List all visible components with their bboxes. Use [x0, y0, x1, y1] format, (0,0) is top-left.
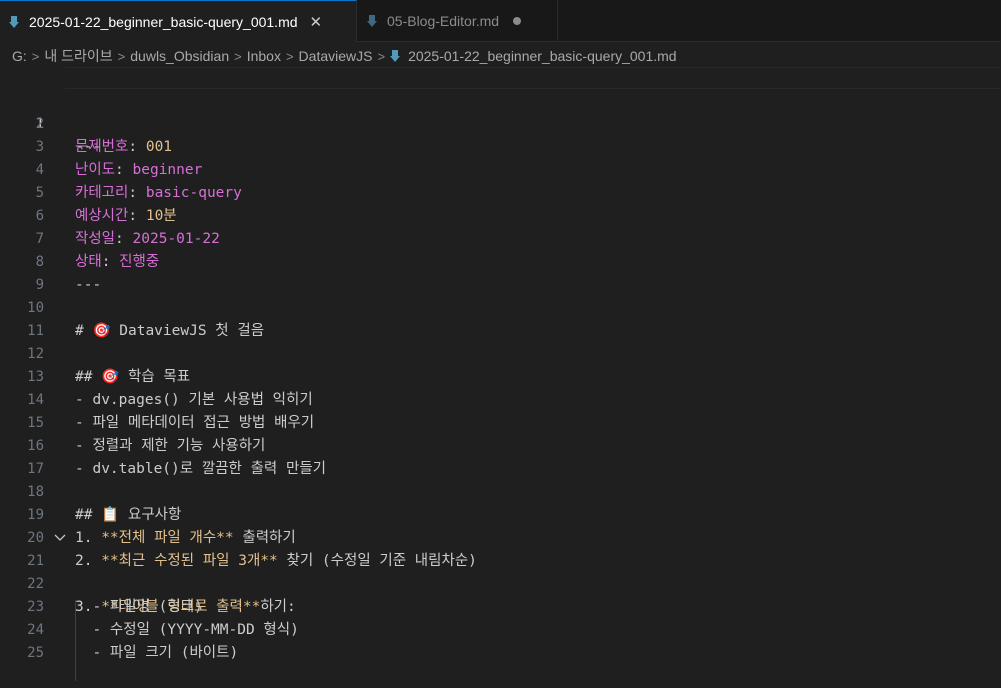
chevron-down-icon[interactable]	[54, 527, 66, 550]
markdown-file-icon	[9, 15, 19, 28]
close-icon[interactable]: ✕	[310, 13, 323, 31]
code-line[interactable]: 19 1. **전체 파일 개수** 출력하기	[0, 481, 1001, 546]
code-line[interactable]: 8 ---	[0, 228, 1001, 293]
code-line[interactable]: 5 예상시간: 10분	[0, 159, 1001, 224]
code-line[interactable]: 16 - dv.table()로 깔끔한 출력 만들기	[0, 412, 1001, 477]
chevron-right-icon: >	[377, 48, 386, 64]
code-line[interactable]: 3 난이도: beginner	[0, 113, 1001, 178]
markdown-file-icon	[367, 15, 377, 27]
tab-label: 05-Blog-Editor.md	[387, 13, 500, 29]
code-line[interactable]: 17	[0, 435, 1001, 477]
code-line[interactable]: 21 3. **테이블 형태로 출력**하기:	[0, 527, 1001, 615]
breadcrumb-item[interactable]: DataviewJS	[299, 48, 373, 64]
line-number: 25	[27, 645, 44, 661]
line-text: - 파일 크기 (바이트)	[75, 645, 239, 661]
code-line[interactable]: 14 - 파일 메타데이터 접근 방법 배우기	[0, 366, 1001, 431]
breadcrumb-item[interactable]: G:	[12, 48, 27, 64]
code-line[interactable]: 10 # 🎯 DataviewJS 첫 걸음	[0, 274, 1001, 339]
code-line[interactable]: 12 ## 🎯 학습 목표	[0, 320, 1001, 385]
tab-active-file[interactable]: 2025-01-22_beginner_basic-query_001.md ✕	[0, 0, 357, 42]
code-line[interactable]: 6 작성일: 2025-01-22	[0, 182, 1001, 247]
unsaved-dot-icon[interactable]	[513, 17, 522, 25]
chevron-right-icon: >	[31, 48, 40, 64]
code-line[interactable]: 9	[0, 251, 1001, 293]
breadcrumb-item[interactable]: 내 드라이브	[44, 46, 112, 66]
code-line[interactable]: 1 ---	[0, 67, 1001, 155]
breadcrumb-item[interactable]: Inbox	[247, 48, 281, 64]
code-line[interactable]: 20 2. **최근 수정된 파일 3개** 찾기 (수정일 기준 내림차순)	[0, 504, 1001, 569]
code-line[interactable]: 2 문제번호: 001	[0, 90, 1001, 155]
code-line[interactable]: 25	[0, 619, 1001, 661]
code-line[interactable]: 4 카테고리: basic-query	[0, 136, 1001, 201]
tab-label: 2025-01-22_beginner_basic-query_001.md	[29, 13, 298, 30]
code-line[interactable]: 22 - 파일명 (링크)	[0, 550, 1001, 615]
code-line[interactable]: 24 - 파일 크기 (바이트)	[0, 596, 1001, 661]
chevron-right-icon: >	[234, 48, 242, 64]
markdown-file-icon	[390, 50, 401, 62]
code-line[interactable]: 7 상태: 진행중	[0, 205, 1001, 270]
code-line[interactable]: 11	[0, 297, 1001, 339]
code-line[interactable]: 15 - 정렬과 제한 기능 사용하기	[0, 389, 1001, 454]
code-line[interactable]: 13 - dv.pages() 기본 사용법 익히기	[0, 343, 1001, 408]
breadcrumb-item[interactable]: duwls_Obsidian	[130, 48, 229, 64]
editor[interactable]: 1 --- 2 문제번호: 001 3 난이도: beginner 4 카테고리…	[0, 67, 1001, 681]
chevron-right-icon: >	[117, 48, 126, 64]
chevron-right-icon: >	[285, 48, 294, 64]
current-line-highlight	[65, 67, 1001, 89]
code-line[interactable]: 23 - 수정일 (YYYY-MM-DD 형식)	[0, 573, 1001, 638]
breadcrumb-item[interactable]: 2025-01-22_beginner_basic-query_001.md	[408, 48, 677, 64]
breadcrumb: G: > 내 드라이브 > duwls_Obsidian > Inbox > D…	[0, 43, 1001, 69]
tab-bar: 2025-01-22_beginner_basic-query_001.md ✕…	[0, 0, 1001, 42]
code-line[interactable]: 18 ## 📋 요구사항	[0, 458, 1001, 523]
tab-blog-editor[interactable]: 05-Blog-Editor.md	[358, 0, 558, 42]
